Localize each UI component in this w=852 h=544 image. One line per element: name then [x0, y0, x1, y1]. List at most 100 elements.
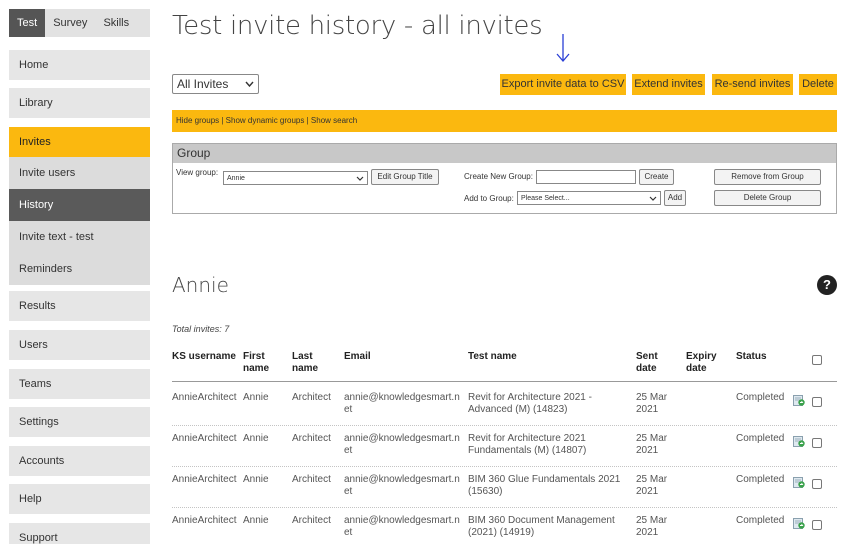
- sidebar-item-invite-users[interactable]: Invite users: [9, 157, 150, 189]
- row-divider: [172, 466, 837, 467]
- group-panel: Group View group: Annie Edit Group Title…: [172, 143, 837, 214]
- row-divider: [172, 507, 837, 508]
- cell-email-cont: et: [344, 445, 353, 456]
- view-group-select[interactable]: Annie: [223, 171, 368, 185]
- remove-from-group-button[interactable]: Remove from Group: [714, 169, 821, 185]
- hide-groups-link[interactable]: Hide groups: [176, 116, 219, 125]
- show-search-link[interactable]: Show search: [311, 116, 357, 125]
- cell-last-name: Architect: [292, 392, 331, 403]
- cell-username: AnnieArchitect: [172, 392, 237, 403]
- chevron-down-icon: [245, 81, 254, 87]
- cell-test-name: BIM 360 Document Management: [468, 515, 615, 526]
- row-checkbox[interactable]: [812, 397, 822, 407]
- cell-status: Completed: [736, 474, 785, 485]
- group-section-title: Annie: [172, 273, 229, 297]
- cell-email: annie@knowledgesmart.n: [344, 474, 460, 485]
- sidebar-item-invite-text[interactable]: Invite text - test: [9, 221, 150, 253]
- cell-sent-year: 2021: [636, 445, 659, 456]
- column-header-ks-username[interactable]: KS username: [172, 351, 236, 363]
- tab-survey[interactable]: Survey: [45, 9, 95, 37]
- export-csv-button[interactable]: Export invite data to CSV: [500, 74, 626, 95]
- download-icon[interactable]: [793, 477, 805, 488]
- cell-first-name: Annie: [243, 474, 269, 485]
- sidebar-item-teams[interactable]: Teams: [9, 369, 150, 399]
- cell-last-name: Architect: [292, 474, 331, 485]
- cell-first-name: Annie: [243, 515, 269, 526]
- sidebar-item-support[interactable]: Support: [9, 523, 150, 544]
- delete-group-button[interactable]: Delete Group: [714, 190, 821, 206]
- page-title: Test invite history - all invites: [172, 11, 543, 41]
- add-to-group-value: Please Select...: [521, 194, 570, 202]
- cell-last-name: Architect: [292, 433, 331, 444]
- column-header-status[interactable]: Status: [736, 351, 767, 363]
- extend-invites-button[interactable]: Extend invites: [632, 74, 705, 95]
- help-icon[interactable]: ?: [817, 275, 837, 295]
- sidebar-item-reminders[interactable]: Reminders: [9, 253, 150, 285]
- sidebar-item-accounts[interactable]: Accounts: [9, 446, 150, 476]
- create-group-input[interactable]: [536, 170, 636, 184]
- column-header-sent-date[interactable]: Sent date: [636, 351, 658, 375]
- row-divider: [172, 425, 837, 426]
- cell-sent-date: 25 Mar: [636, 392, 668, 403]
- add-to-group-select[interactable]: Please Select...: [517, 191, 661, 205]
- column-header-sent-line1: Sent: [636, 351, 658, 362]
- tab-test[interactable]: Test: [9, 9, 46, 37]
- column-header-test-name[interactable]: Test name: [468, 351, 517, 363]
- cell-first-name: Annie: [243, 392, 269, 403]
- show-dynamic-groups-link[interactable]: Show dynamic groups: [226, 116, 305, 125]
- cell-sent-date: 25 Mar: [636, 474, 668, 485]
- sidebar-item-help[interactable]: Help: [9, 484, 150, 514]
- resend-invites-button[interactable]: Re-send invites: [712, 74, 793, 95]
- view-group-value: Annie: [227, 174, 245, 182]
- sidebar-item-results[interactable]: Results: [9, 291, 150, 321]
- cell-sent-year: 2021: [636, 486, 659, 497]
- group-panel-header: Group: [173, 144, 836, 163]
- download-icon[interactable]: [793, 518, 805, 529]
- row-checkbox[interactable]: [812, 520, 822, 530]
- column-header-expiry-date[interactable]: Expiry date: [686, 351, 717, 375]
- group-links-bar: Hide groups | Show dynamic groups | Show…: [172, 110, 837, 132]
- edit-group-title-button[interactable]: Edit Group Title: [371, 169, 439, 185]
- create-group-button[interactable]: Create: [639, 169, 674, 185]
- sidebar-item-settings[interactable]: Settings: [9, 407, 150, 437]
- sidebar-item-home[interactable]: Home: [9, 50, 150, 80]
- cell-sent-year: 2021: [636, 404, 659, 415]
- select-all-checkbox[interactable]: [812, 355, 822, 365]
- cell-first-name: Annie: [243, 433, 269, 444]
- cell-test-name-cont: (15630): [468, 486, 503, 497]
- sidebar-item-users[interactable]: Users: [9, 330, 150, 360]
- download-icon[interactable]: [793, 395, 805, 406]
- cell-email-cont: et: [344, 527, 353, 538]
- cell-email: annie@knowledgesmart.n: [344, 392, 460, 403]
- cell-status: Completed: [736, 433, 785, 444]
- sidebar-item-history[interactable]: History: [9, 189, 150, 221]
- view-group-label: View group:: [176, 168, 219, 177]
- cell-status: Completed: [736, 515, 785, 526]
- sidebar-item-invites[interactable]: Invites: [9, 127, 150, 157]
- cell-test-name-cont: Fundamentals (M) (14807): [468, 445, 587, 456]
- add-to-group-button[interactable]: Add: [664, 190, 686, 206]
- cell-email-cont: et: [344, 404, 353, 415]
- column-header-expiry-line1: Expiry: [686, 351, 717, 362]
- cell-username: AnnieArchitect: [172, 433, 237, 444]
- column-header-last-name[interactable]: Last name: [292, 351, 318, 375]
- sidebar: Test Survey Skills: [9, 9, 150, 37]
- delete-button[interactable]: Delete: [799, 74, 837, 95]
- sidebar-item-library[interactable]: Library: [9, 88, 150, 118]
- down-arrow-icon: [556, 34, 570, 62]
- column-header-sent-line2: date: [636, 363, 657, 374]
- invite-filter-select[interactable]: All Invites: [172, 74, 259, 94]
- cell-test-name: Revit for Architecture 2021: [468, 433, 586, 444]
- cell-status: Completed: [736, 392, 785, 403]
- tab-skills[interactable]: Skills: [95, 9, 137, 37]
- column-header-email[interactable]: Email: [344, 351, 371, 363]
- create-group-label: Create New Group:: [464, 172, 533, 181]
- cell-email: annie@knowledgesmart.n: [344, 433, 460, 444]
- row-checkbox[interactable]: [812, 438, 822, 448]
- cell-test-name-cont: (2021) (14919): [468, 527, 535, 538]
- column-header-last-name-line1: Last: [292, 351, 313, 362]
- column-header-first-name[interactable]: First name: [243, 351, 269, 375]
- row-checkbox[interactable]: [812, 479, 822, 489]
- total-invites: Total invites: 7: [172, 324, 230, 334]
- download-icon[interactable]: [793, 436, 805, 447]
